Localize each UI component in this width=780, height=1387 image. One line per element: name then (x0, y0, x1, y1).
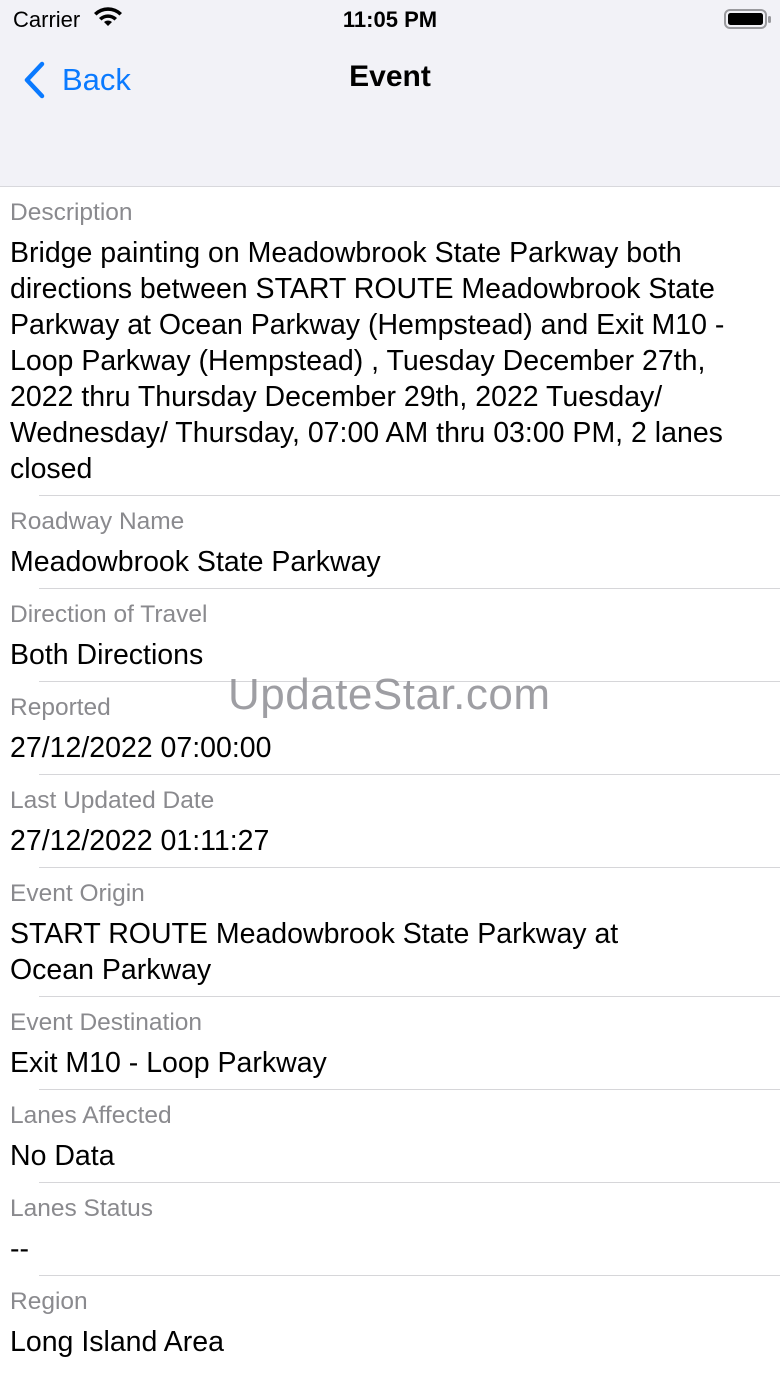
page-title: Event (349, 60, 431, 93)
field-label: Lanes Affected (10, 1102, 172, 1129)
list-item-lanes-affected: Lanes Affected No Data (0, 1090, 780, 1183)
list-item-last-updated: Last Updated Date 27/12/2022 01:11:27 (0, 775, 780, 868)
field-value: Exit M10 - Loop Parkway (10, 1047, 327, 1079)
navigation-bar: Back Event (0, 40, 780, 187)
field-value: -- (10, 1233, 29, 1265)
field-label: Description (10, 199, 133, 226)
field-label: Roadway Name (10, 508, 185, 535)
field-label: Direction of Travel (10, 601, 208, 628)
status-time: 11:05 PM (342, 7, 438, 32)
list-item-event-origin: Event Origin START ROUTE Meadowbrook Sta… (0, 868, 780, 997)
field-label: Region (10, 1288, 88, 1315)
field-label: Event Origin (10, 880, 145, 907)
list-item-roadway-name: Roadway Name Meadowbrook State Parkway (0, 496, 780, 589)
field-label: Event Destination (10, 1009, 203, 1036)
status-bar: Carrier 11:05 PM (0, 0, 780, 40)
field-label: Lanes Status (10, 1195, 154, 1222)
field-label: Last Updated Date (10, 787, 215, 814)
field-value: Long Island Area (10, 1326, 224, 1358)
list-item-lanes-status: Lanes Status -- (0, 1183, 780, 1276)
field-value: Meadowbrook State Parkway (10, 546, 381, 578)
list-item-direction: Direction of Travel Both Directions (0, 589, 780, 682)
list-item-region: Region Long Island Area (0, 1276, 780, 1369)
battery-icon (724, 8, 772, 30)
field-value: START ROUTE Meadowbrook State Parkway at… (10, 918, 619, 986)
field-value: 27/12/2022 01:11:27 (10, 825, 270, 857)
field-value: 27/12/2022 07:00:00 (10, 732, 272, 764)
event-details-list: Description Bridge painting on Meadowbro… (0, 187, 780, 1369)
list-item-description: Description Bridge painting on Meadowbro… (0, 187, 780, 496)
list-item-event-destination: Event Destination Exit M10 - Loop Parkwa… (0, 997, 780, 1090)
watermark: UpdateStar.com (228, 670, 551, 719)
field-value: No Data (10, 1140, 115, 1172)
field-value: Bridge painting on Meadowbrook State Par… (10, 237, 725, 485)
